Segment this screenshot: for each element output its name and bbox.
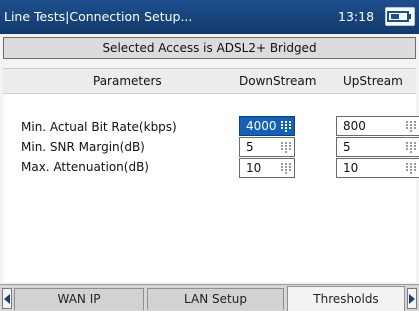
column-header-upstream: UpStream — [343, 74, 403, 88]
min-bit-rate-upstream-field[interactable]: 800 — [336, 116, 419, 136]
max-attenuation-upstream-field[interactable]: 10 — [336, 158, 419, 178]
scroll-right-icon[interactable] — [407, 288, 417, 309]
keypad-icon[interactable] — [281, 163, 291, 177]
keypad-icon[interactable] — [406, 163, 416, 177]
column-header-downstream: DownStream — [239, 74, 317, 88]
keypad-icon[interactable] — [406, 142, 416, 156]
selected-access-banner: Selected Access is ADSL2+ Bridged — [3, 37, 416, 59]
threshold-table: Parameters DownStream UpStream Min. Actu… — [3, 68, 419, 282]
field-value: 800 — [343, 119, 366, 133]
column-header-parameters: Parameters — [93, 74, 162, 88]
scroll-left-icon[interactable] — [2, 288, 12, 309]
field-value: 10 — [246, 161, 262, 175]
content-panel: Selected Access is ADSL2+ Bridged Parame… — [0, 34, 419, 284]
window-title: Line Tests|Connection Setup... — [4, 9, 193, 24]
title-bar: Line Tests|Connection Setup... 13:18 — [0, 0, 419, 34]
keypad-icon[interactable] — [281, 121, 291, 135]
row-label-max-attenuation: Max. Attenuation(dB) — [21, 160, 149, 174]
tab-bar: WAN IP LAN Setup Thresholds — [0, 284, 419, 311]
min-bit-rate-downstream-field[interactable]: 4000 — [239, 116, 295, 136]
table-header: Parameters DownStream UpStream — [3, 69, 416, 94]
battery-icon — [385, 7, 415, 26]
tab-lan-setup[interactable]: LAN Setup — [147, 288, 284, 310]
field-value: 5 — [343, 140, 351, 154]
tab-wan-ip[interactable]: WAN IP — [14, 288, 144, 310]
max-attenuation-downstream-field[interactable]: 10 — [239, 158, 295, 178]
keypad-icon[interactable] — [281, 142, 291, 156]
field-value: 4000 — [246, 119, 277, 133]
field-value: 10 — [343, 161, 359, 175]
min-snr-downstream-field[interactable]: 5 — [239, 137, 295, 157]
row-label-min-bit-rate: Min. Actual Bit Rate(kbps) — [21, 120, 177, 134]
tab-thresholds[interactable]: Thresholds — [287, 286, 405, 311]
keypad-icon[interactable] — [406, 121, 416, 135]
clock-time: 13:18 — [338, 9, 375, 24]
field-value: 5 — [246, 140, 254, 154]
row-label-min-snr-margin: Min. SNR Margin(dB) — [21, 140, 145, 154]
min-snr-upstream-field[interactable]: 5 — [336, 137, 419, 157]
